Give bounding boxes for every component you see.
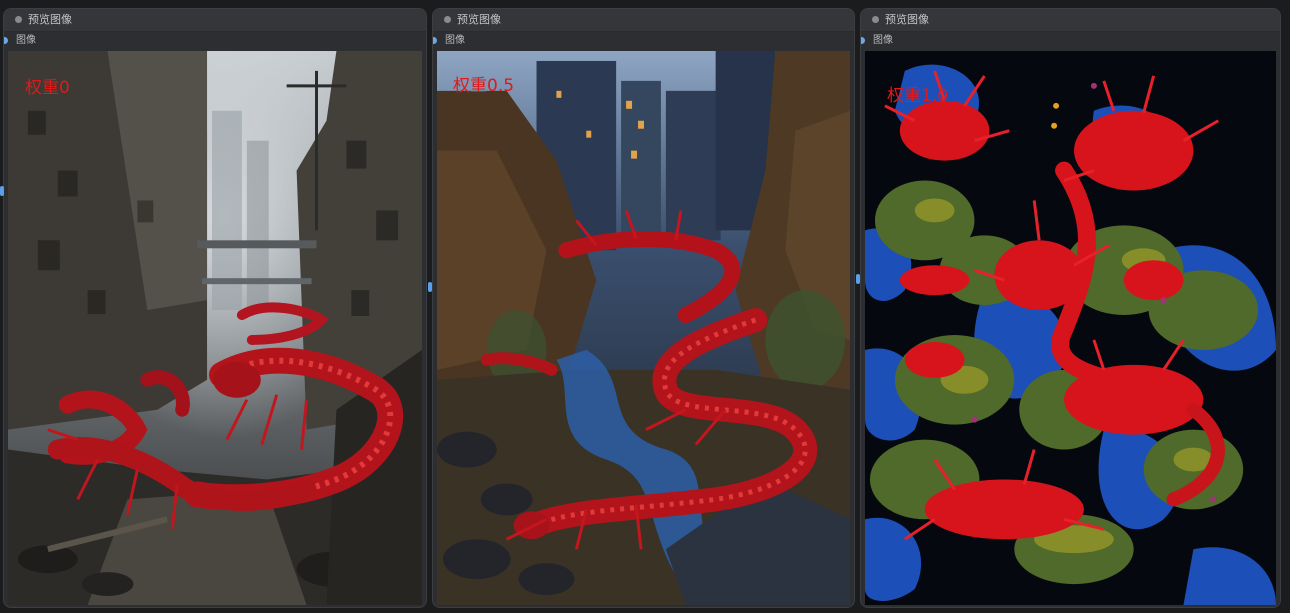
output-label: 图像	[16, 35, 36, 46]
preview-image-node-2[interactable]: 预览图像 图像 权重0.5	[432, 8, 855, 608]
output-slot-image[interactable]: 图像	[433, 33, 854, 49]
node-collapse-dot[interactable]	[872, 16, 879, 23]
weight-label: 权重0.5	[453, 76, 515, 96]
preview-image-node-1[interactable]: 预览图像 图像 权重0	[3, 8, 427, 608]
output-connector-dot[interactable]	[433, 37, 437, 44]
node-title: 预览图像	[28, 13, 72, 26]
node-header[interactable]: 预览图像	[861, 9, 1280, 32]
link-connector-right[interactable]	[856, 274, 860, 284]
preview-image-1	[8, 51, 422, 605]
preview-image-node-3[interactable]: 预览图像 图像 权重1.0	[860, 8, 1281, 608]
link-connector-mid[interactable]	[428, 282, 432, 292]
weight-label: 权重1.0	[887, 86, 949, 106]
node-title: 预览图像	[885, 13, 929, 26]
preview-image-3	[865, 51, 1276, 605]
node-collapse-dot[interactable]	[15, 16, 22, 23]
node-collapse-dot[interactable]	[444, 16, 451, 23]
output-label: 图像	[445, 35, 465, 46]
preview-image-2	[437, 51, 850, 605]
output-slot-image[interactable]: 图像	[861, 33, 1280, 49]
node-title: 预览图像	[457, 13, 501, 26]
output-label: 图像	[873, 35, 893, 46]
output-connector-dot[interactable]	[4, 37, 8, 44]
output-slot-image[interactable]: 图像	[4, 33, 426, 49]
node-header[interactable]: 预览图像	[433, 9, 854, 32]
weight-label: 权重0	[25, 78, 70, 98]
node-header[interactable]: 预览图像	[4, 9, 426, 32]
link-connector-left[interactable]	[0, 186, 4, 196]
output-connector-dot[interactable]	[861, 37, 865, 44]
